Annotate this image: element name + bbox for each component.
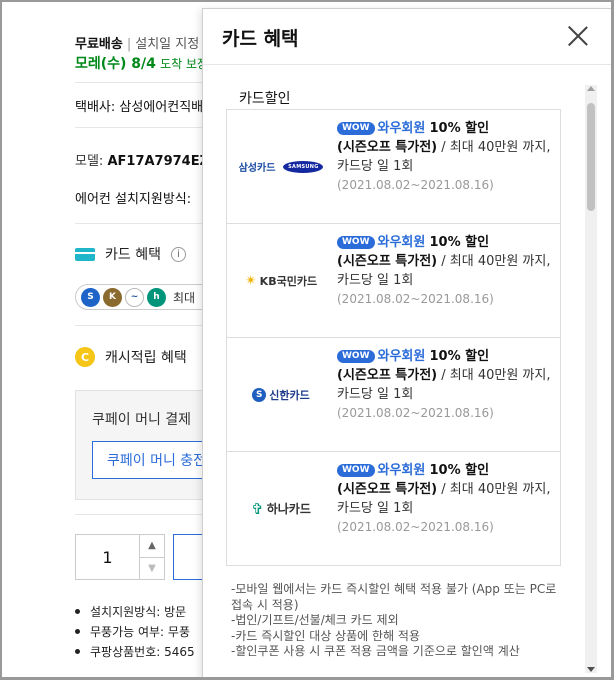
kb-card-mini-icon: K xyxy=(103,287,122,307)
samsung-card-mini-icon: S xyxy=(81,287,100,307)
modal-scrollbar[interactable] xyxy=(585,85,597,673)
model-info: 모델: AF17A7974EZZ xyxy=(75,150,218,169)
card-benefit-modal: 카드 혜택 카드할인 삼성카드 SAMSUNG WOW 와우회원 10% 할인 (… xyxy=(202,8,612,680)
samsung-card-logo: 삼성카드 SAMSUNG xyxy=(227,110,335,223)
samsung-logo-icon: SAMSUNG xyxy=(283,160,324,173)
product-spec-list: 설치지원방식: 방문 무풍가능 여부: 무풍 쿠팡상품번호: 5465 xyxy=(75,601,195,661)
wow-badge: WOW xyxy=(337,122,375,135)
hana-mark-icon: ✞ xyxy=(251,499,264,518)
cash-coin-icon: C xyxy=(75,347,95,367)
quantity-value[interactable]: 1 xyxy=(76,535,140,579)
note-item: -모바일 웹에서는 카드 즉시할인 혜택 적용 불가 (App 또는 PC로 접… xyxy=(231,582,557,612)
note-item: -할인쿠폰 사용 시 쿠폰 적용 금액을 기준으로 할인액 계산 xyxy=(231,644,520,658)
cash-benefit-label: 캐시적립 혜택 xyxy=(105,350,187,366)
arrival-guarantee: 도착 보장 xyxy=(160,57,209,71)
arrival-info: 모레(수) 8/4 도착 보장 xyxy=(75,53,208,73)
shinhan-card-logo: S 신한카드 xyxy=(227,338,335,451)
benefit-period: (2021.08.02~2021.08.16) xyxy=(337,178,494,192)
quantity-increase-icon[interactable]: ▲ xyxy=(140,535,164,557)
card-benefit-text: WOW 와우회원 10% 할인 (시즌오프 특가전) / 최대 40만원 까지, … xyxy=(337,463,551,534)
card-item-hana: ✞ 하나카드 WOW 와우회원 10% 할인 (시즌오프 특가전) / 최대 40… xyxy=(227,452,560,565)
card-discount-list: 삼성카드 SAMSUNG WOW 와우회원 10% 할인 (시즌오프 특가전) /… xyxy=(226,109,561,566)
scroll-up-icon[interactable] xyxy=(587,86,595,91)
card-benefit-text: WOW 와우회원 10% 할인 (시즌오프 특가전) / 최대 40만원 까지, … xyxy=(337,121,551,192)
card-item-samsung: 삼성카드 SAMSUNG WOW 와우회원 10% 할인 (시즌오프 특가전) /… xyxy=(227,110,560,224)
kb-card-logo: ✴ KB국민카드 xyxy=(227,224,335,337)
credit-card-icon xyxy=(75,247,95,261)
card-item-kb: ✴ KB국민카드 WOW 와우회원 10% 할인 (시즌오프 특가전) / 최대 … xyxy=(227,224,560,338)
shipping-divider: | xyxy=(126,37,132,52)
shipping-info: 무료배송 | 설치일 지정 xyxy=(75,33,199,52)
card-benefit-row[interactable]: 카드 혜택 i xyxy=(75,244,186,264)
close-icon[interactable] xyxy=(567,25,589,47)
info-icon[interactable]: i xyxy=(170,246,186,262)
list-item: 무풍가능 여부: 무풍 xyxy=(75,621,195,641)
card-logo-text: KB국민카드 xyxy=(259,274,318,288)
quantity-decrease-icon[interactable]: ▼ xyxy=(140,556,164,580)
hana-card-mini-icon: h xyxy=(147,287,166,307)
benefit-period: (2021.08.02~2021.08.16) xyxy=(337,520,494,534)
scroll-down-icon[interactable] xyxy=(587,667,595,672)
benefit-notes: -모바일 웹에서는 카드 즉시할인 혜택 적용 불가 (App 또는 PC로 접… xyxy=(231,582,561,660)
free-shipping-label: 무료배송 xyxy=(75,37,123,52)
card-logo-text: 하나카드 xyxy=(266,502,311,516)
kb-star-icon: ✴ xyxy=(244,272,257,289)
quantity-stepper[interactable]: 1 ▲ ▼ xyxy=(75,534,165,580)
wow-badge: WOW xyxy=(337,464,375,477)
install-date-label: 설치일 지정 xyxy=(135,37,200,52)
benefit-period: (2021.08.02~2021.08.16) xyxy=(337,292,494,306)
arrival-date: 모레(수) 8/4 xyxy=(75,56,156,72)
list-item: 쿠팡상품번호: 5465 xyxy=(75,641,195,661)
card-benefit-text: WOW 와우회원 10% 할인 (시즌오프 특가전) / 최대 40만원 까지, … xyxy=(337,235,551,306)
modal-title: 카드 혜택 xyxy=(222,28,299,50)
card-item-shinhan: S 신한카드 WOW 와우회원 10% 할인 (시즌오프 특가전) / 최대 40… xyxy=(227,338,560,452)
wow-badge: WOW xyxy=(337,236,375,249)
card-pill-text: 최대 xyxy=(173,290,196,305)
note-item: -카드 즉시할인 대상 상품에 한해 적용 xyxy=(231,628,421,643)
note-item: -법인/기프트/선불/체크 카드 제외 xyxy=(231,613,399,627)
modal-body[interactable]: 카드할인 삼성카드 SAMSUNG WOW 와우회원 10% 할인 (시즌오프 특… xyxy=(203,66,611,679)
install-method-info: 에어컨 설치지원방식: xyxy=(75,192,192,207)
card-benefit-text: WOW 와우회원 10% 할인 (시즌오프 특가전) / 최대 40만원 까지, … xyxy=(337,349,551,420)
coupay-text: 쿠페이 머니 결제 xyxy=(92,412,192,428)
shinhan-card-mini-icon: ~ xyxy=(125,287,144,307)
modal-header: 카드 혜택 xyxy=(203,9,611,65)
courier-info: 택배사: 삼성에어컨직배 xyxy=(75,100,204,115)
benefit-period: (2021.08.02~2021.08.16) xyxy=(337,406,494,420)
cash-benefit-row: C 캐시적립 혜택 xyxy=(75,347,187,367)
list-item: 설치지원방식: 방문 xyxy=(75,601,195,621)
card-logo-text: 삼성카드 xyxy=(238,163,276,174)
wow-badge: WOW xyxy=(337,350,375,363)
card-logo-text: 신한카드 xyxy=(269,388,310,402)
section-title: 카드할인 xyxy=(239,91,291,107)
hana-card-logo: ✞ 하나카드 xyxy=(227,452,335,565)
shinhan-mark-icon: S xyxy=(252,387,267,402)
scroll-thumb[interactable] xyxy=(587,103,595,211)
model-label: 모델: xyxy=(75,154,104,169)
card-benefit-label: 카드 혜택 xyxy=(105,247,161,263)
